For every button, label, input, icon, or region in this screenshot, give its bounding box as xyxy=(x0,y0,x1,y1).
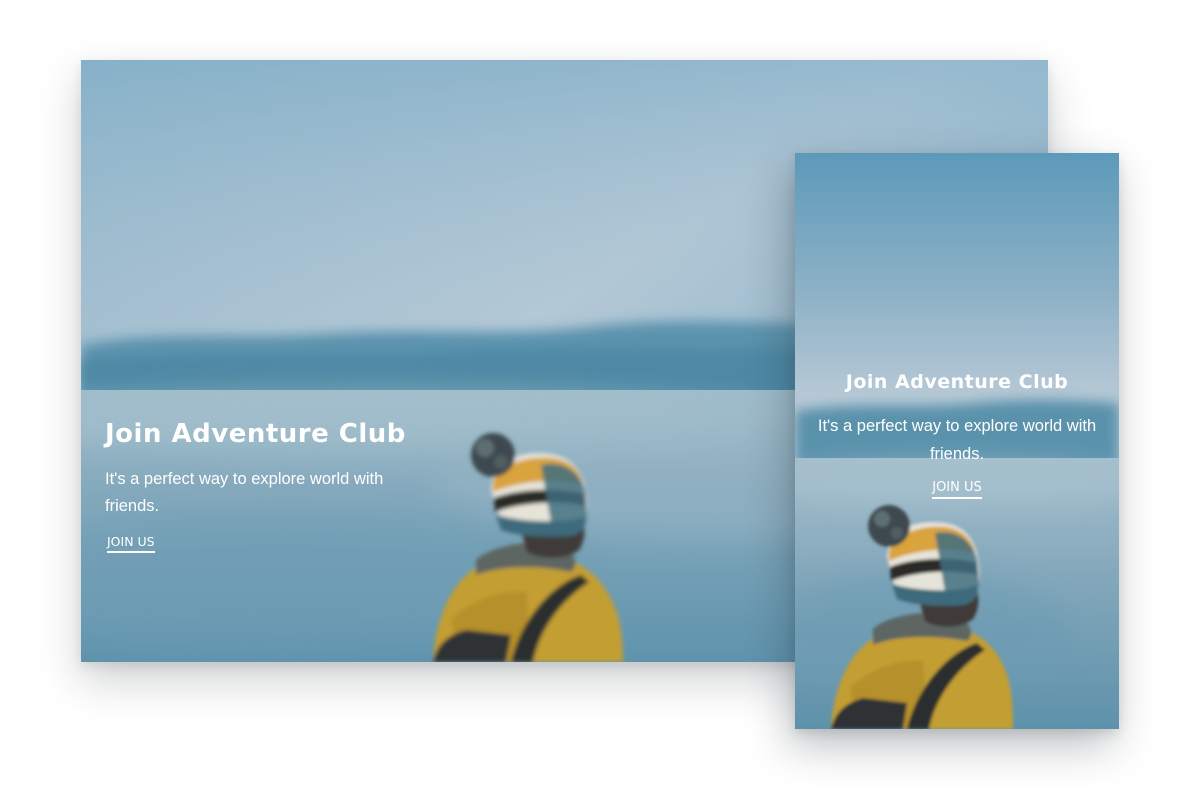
desktop-hero-text: Join Adventure Club It's a perfect way t… xyxy=(105,416,445,553)
desktop-hero-subtitle: It's a perfect way to explore world with… xyxy=(105,470,384,515)
desktop-join-us-link[interactable]: JOIN US xyxy=(107,534,155,553)
desktop-hero-title: Join Adventure Club xyxy=(105,419,406,449)
mobile-hero-text: Join Adventure Club It's a perfect way t… xyxy=(795,368,1119,499)
mobile-hero-title: Join Adventure Club xyxy=(845,371,1069,393)
mobile-join-us-link[interactable]: JOIN US xyxy=(932,480,982,499)
mobile-hero-card: Join Adventure Club It's a perfect way t… xyxy=(795,153,1119,729)
preview-stage: Join Adventure Club It's a perfect way t… xyxy=(0,0,1200,789)
mobile-hero-overlay: Join Adventure Club It's a perfect way t… xyxy=(795,153,1119,729)
mobile-hero-subtitle: It's a perfect way to explore world with… xyxy=(817,417,1097,463)
